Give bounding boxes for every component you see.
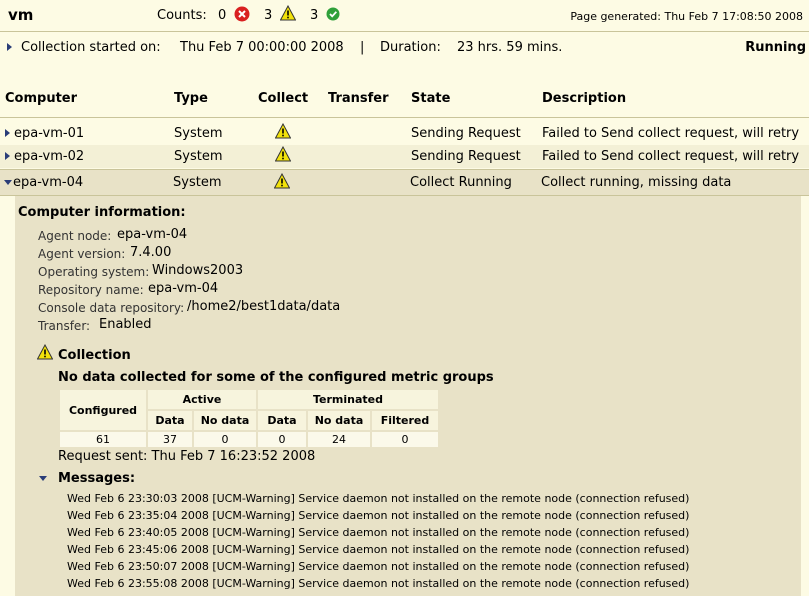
computer-state: Sending Request — [411, 149, 521, 164]
collection-note: No data collected for some of the config… — [58, 370, 494, 385]
table-row[interactable]: epa-vm-02 System Sending Request Failed … — [0, 145, 809, 168]
terminated-header: Terminated — [258, 390, 438, 409]
divider — [0, 31, 809, 32]
active-data-value: 37 — [148, 432, 192, 447]
duration-label: Duration: — [380, 40, 441, 55]
collection-heading: Collection — [58, 348, 131, 363]
computer-name[interactable]: epa-vm-02 — [14, 149, 84, 164]
column-header-description[interactable]: Description — [542, 91, 626, 106]
message-item: Wed Feb 6 23:45:06 2008 [UCM-Warning] Se… — [67, 543, 690, 556]
ok-count: 3 — [310, 8, 319, 23]
active-nodata-header: No data — [194, 411, 256, 430]
collection-status: Running — [745, 40, 806, 55]
configured-value: 61 — [60, 432, 146, 447]
duration-value: 23 hrs. 59 mins. — [457, 40, 563, 55]
messages-heading: Messages: — [58, 471, 136, 486]
repository-label: Repository name: — [38, 283, 144, 297]
os-label: Operating system: — [38, 265, 150, 279]
divider — [0, 117, 809, 118]
computer-type: System — [174, 126, 223, 141]
metric-groups-table: Configured Active Terminated Data No dat… — [58, 388, 440, 449]
expand-arrow-icon[interactable] — [5, 129, 10, 137]
computer-name[interactable]: epa-vm-01 — [14, 126, 84, 141]
filtered-value: 0 — [372, 432, 438, 447]
warning-count: 3 — [264, 8, 273, 23]
message-item: Wed Feb 6 23:40:05 2008 [UCM-Warning] Se… — [67, 526, 690, 539]
warning-icon — [37, 344, 53, 360]
page-generated-timestamp: Page generated: Thu Feb 7 17:08:50 2008 — [570, 10, 803, 23]
warning-icon — [274, 173, 290, 189]
collection-divider: | — [360, 40, 365, 55]
collection-started-label: Collection started on: — [21, 40, 161, 55]
agent-node-value: epa-vm-04 — [117, 227, 188, 242]
column-header-state[interactable]: State — [411, 91, 450, 106]
console-repository-value: /home2/best1data/data — [187, 299, 341, 314]
column-header-computer[interactable]: Computer — [5, 91, 77, 106]
configured-header: Configured — [60, 390, 146, 430]
active-data-header: Data — [148, 411, 192, 430]
expand-arrow-icon[interactable] — [7, 43, 12, 51]
computer-info-heading: Computer information: — [18, 205, 186, 220]
computer-type: System — [174, 149, 223, 164]
terminated-nodata-header: No data — [308, 411, 370, 430]
agent-version-value: 7.4.00 — [130, 245, 172, 260]
ok-icon — [326, 7, 340, 21]
column-header-type[interactable]: Type — [174, 91, 208, 106]
message-item: Wed Feb 6 23:50:07 2008 [UCM-Warning] Se… — [67, 560, 690, 573]
message-item: Wed Feb 6 23:55:08 2008 [UCM-Warning] Se… — [67, 577, 690, 590]
transfer-label: Transfer: — [38, 319, 91, 333]
computer-description: Collect running, missing data — [541, 175, 732, 190]
computer-state: Sending Request — [411, 126, 521, 141]
collapse-arrow-icon[interactable] — [39, 476, 47, 481]
computer-name[interactable]: epa-vm-04 — [13, 175, 83, 190]
message-item: Wed Feb 6 23:35:04 2008 [UCM-Warning] Se… — [67, 509, 690, 522]
os-value: Windows2003 — [152, 263, 244, 278]
request-sent: Request sent: Thu Feb 7 16:23:52 2008 — [58, 449, 316, 464]
filtered-header: Filtered — [372, 411, 438, 430]
column-header-transfer[interactable]: Transfer — [328, 91, 389, 106]
agent-version-label: Agent version: — [38, 247, 126, 261]
agent-node-label: Agent node: — [38, 229, 112, 243]
counts-label: Counts: — [157, 8, 207, 23]
error-icon — [234, 6, 250, 22]
collection-started-value: Thu Feb 7 00:00:00 2008 — [180, 40, 344, 55]
terminated-data-value: 0 — [258, 432, 306, 447]
repository-value: epa-vm-04 — [148, 281, 219, 296]
table-row[interactable]: epa-vm-04 System Collect Running Collect… — [0, 170, 809, 195]
message-item: Wed Feb 6 23:30:03 2008 [UCM-Warning] Se… — [67, 492, 690, 505]
computer-description: Failed to Send collect request, will ret… — [542, 126, 800, 141]
table-row[interactable]: epa-vm-01 System Sending Request Failed … — [0, 122, 809, 145]
warning-icon — [275, 146, 291, 162]
expand-arrow-icon[interactable] — [5, 152, 10, 160]
error-count: 0 — [218, 8, 227, 23]
active-nodata-value: 0 — [194, 432, 256, 447]
page-title: vm — [8, 6, 34, 24]
warning-icon — [280, 5, 296, 21]
terminated-data-header: Data — [258, 411, 306, 430]
computer-description: Failed to Send collect request, will ret… — [542, 149, 800, 164]
terminated-nodata-value: 24 — [308, 432, 370, 447]
active-header: Active — [148, 390, 256, 409]
computer-state: Collect Running — [410, 175, 512, 190]
console-repository-label: Console data repository: — [38, 301, 185, 315]
column-header-collect[interactable]: Collect — [258, 91, 308, 106]
warning-icon — [275, 123, 291, 139]
transfer-value: Enabled — [99, 317, 152, 332]
computer-type: System — [173, 175, 222, 190]
collapse-arrow-icon[interactable] — [4, 180, 12, 185]
